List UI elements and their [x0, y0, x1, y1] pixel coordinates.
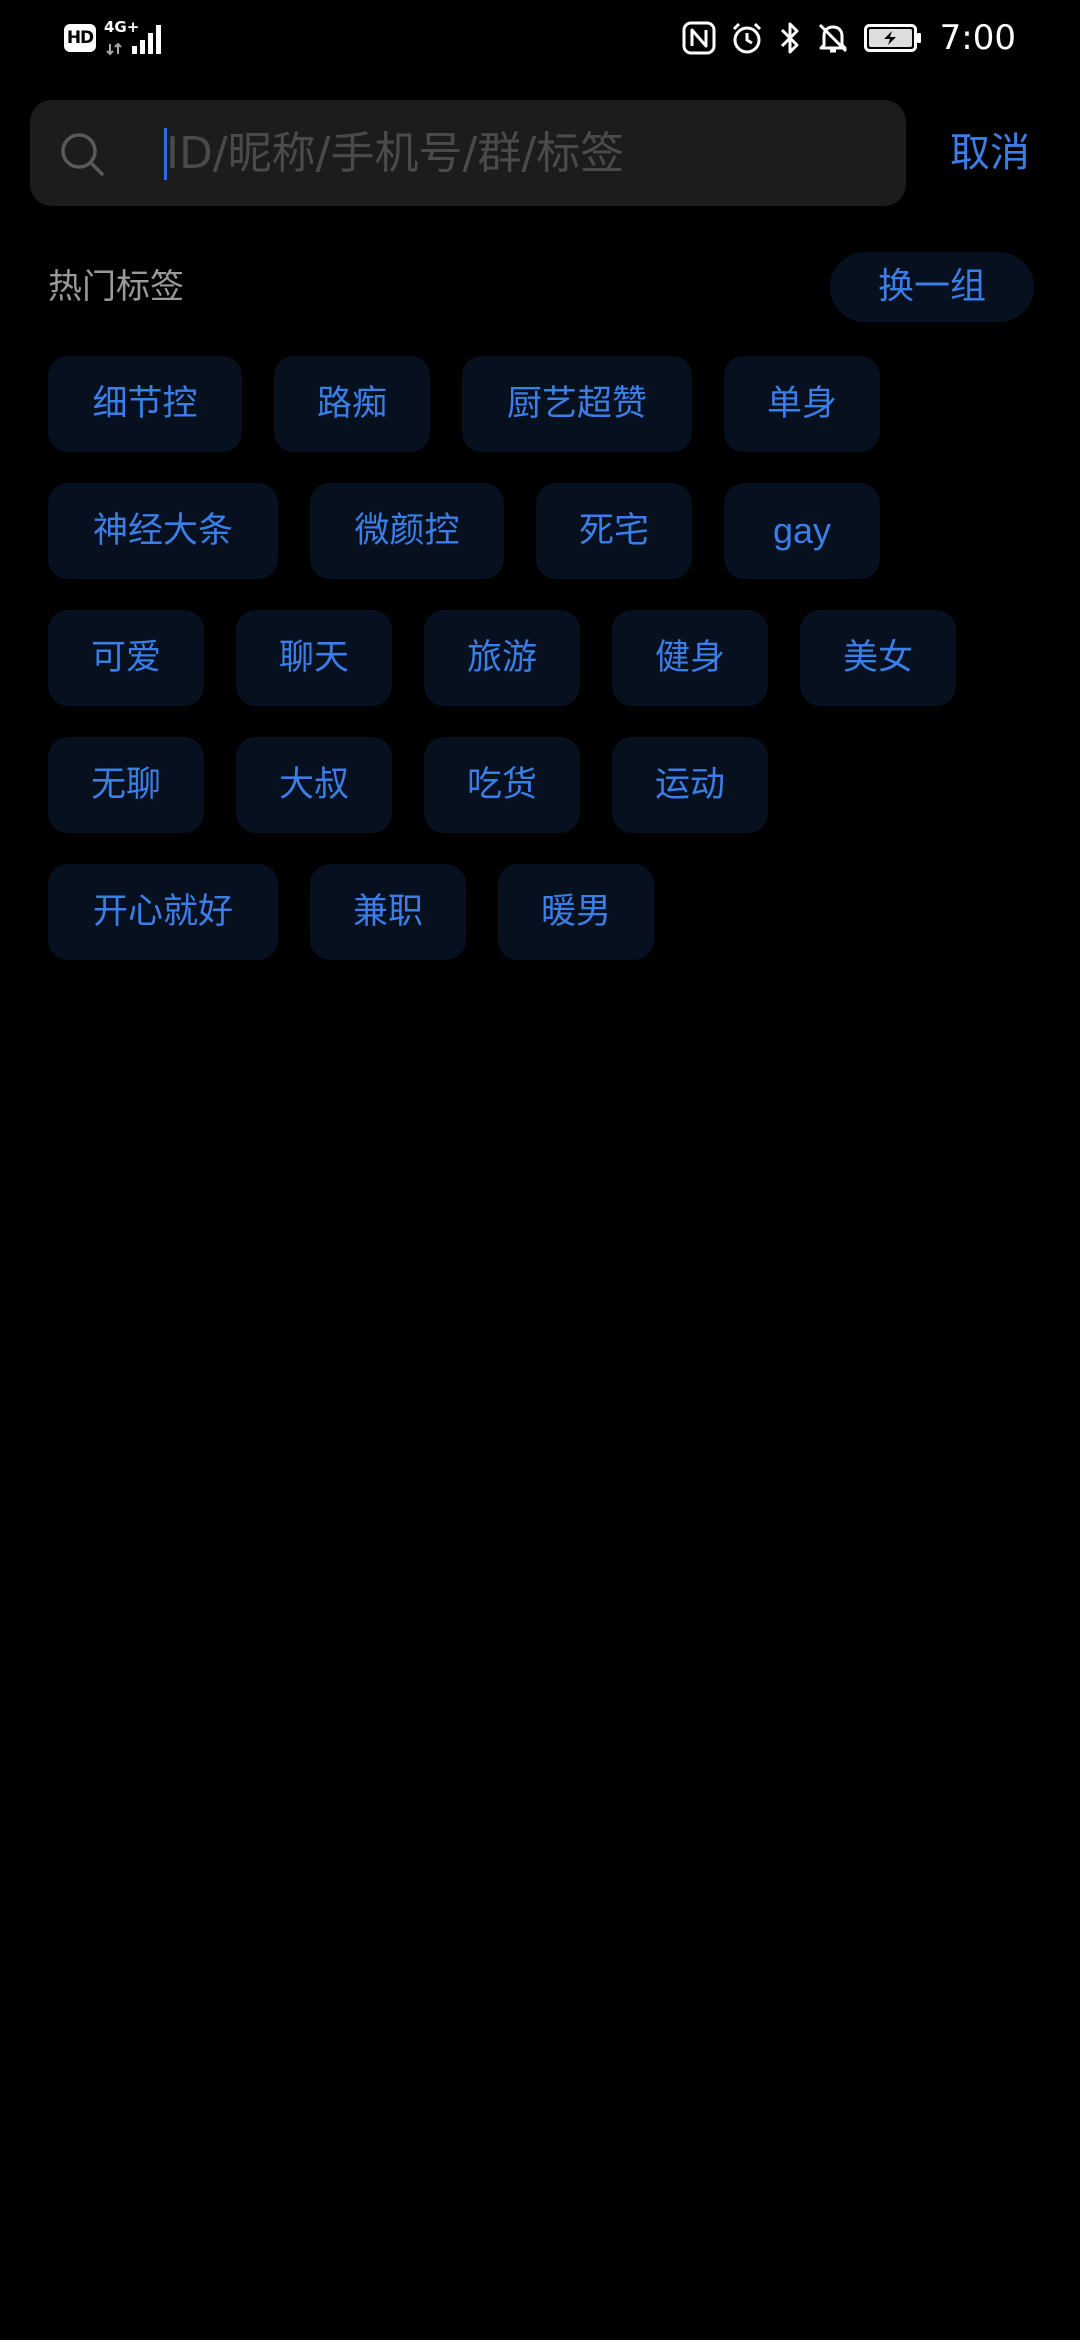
battery-charging-icon — [863, 24, 922, 52]
tag-chip[interactable]: 美女 — [800, 610, 956, 706]
search-bar[interactable] — [30, 100, 906, 206]
shuffle-tags-button[interactable]: 换一组 — [830, 252, 1034, 322]
tag-chip[interactable]: 微颜控 — [310, 483, 504, 579]
status-left: HD 4G+ — [64, 18, 166, 56]
tag-chip[interactable]: 厨艺超赞 — [462, 356, 692, 452]
network-type-label: 4G+ — [104, 18, 140, 36]
tag-chip[interactable]: 路痴 — [274, 356, 430, 452]
bluetooth-icon — [778, 21, 802, 55]
tag-chip[interactable]: 单身 — [724, 356, 880, 452]
nfc-icon — [682, 21, 716, 55]
tag-row: 可爱 聊天 旅游 健身 美女 — [48, 610, 956, 706]
tag-row: 开心就好 兼职 暖男 — [48, 864, 654, 960]
tag-chip[interactable]: 聊天 — [236, 610, 392, 706]
tag-chip[interactable]: 运动 — [612, 737, 768, 833]
tag-chip[interactable]: 大叔 — [236, 737, 392, 833]
tag-row: 无聊 大叔 吃货 运动 — [48, 737, 768, 833]
tag-chip[interactable]: 旅游 — [424, 610, 580, 706]
tag-chip[interactable]: 可爱 — [48, 610, 204, 706]
status-time: 7:00 — [939, 18, 1016, 58]
tag-chip[interactable]: 无聊 — [48, 737, 204, 833]
tag-chip[interactable]: 神经大条 — [48, 483, 278, 579]
search-input[interactable] — [166, 100, 886, 206]
search-icon — [58, 130, 106, 178]
tag-chip[interactable]: 吃货 — [424, 737, 580, 833]
status-bar: HD 4G+ 7:00 — [0, 0, 1080, 76]
cancel-button[interactable]: 取消 — [950, 122, 1030, 184]
status-right: 7:00 — [682, 16, 1016, 60]
tag-chip[interactable]: 死宅 — [536, 483, 692, 579]
tag-chip[interactable]: 暖男 — [498, 864, 654, 960]
tag-chip[interactable]: 细节控 — [48, 356, 242, 452]
hot-tags-title: 热门标签 — [48, 267, 184, 307]
notifications-off-icon — [816, 21, 850, 55]
tag-chip[interactable]: 健身 — [612, 610, 768, 706]
hd-badge: HD — [64, 24, 96, 52]
alarm-icon — [730, 21, 764, 55]
tag-chip[interactable]: 兼职 — [310, 864, 466, 960]
tag-chip[interactable]: 开心就好 — [48, 864, 278, 960]
tag-row: 细节控 路痴 厨艺超赞 单身 — [48, 356, 880, 452]
tag-chip[interactable]: gay — [724, 483, 880, 579]
signal-strength-icon: 4G+ — [104, 18, 166, 56]
tag-row: 神经大条 微颜控 死宅 gay — [48, 483, 880, 579]
